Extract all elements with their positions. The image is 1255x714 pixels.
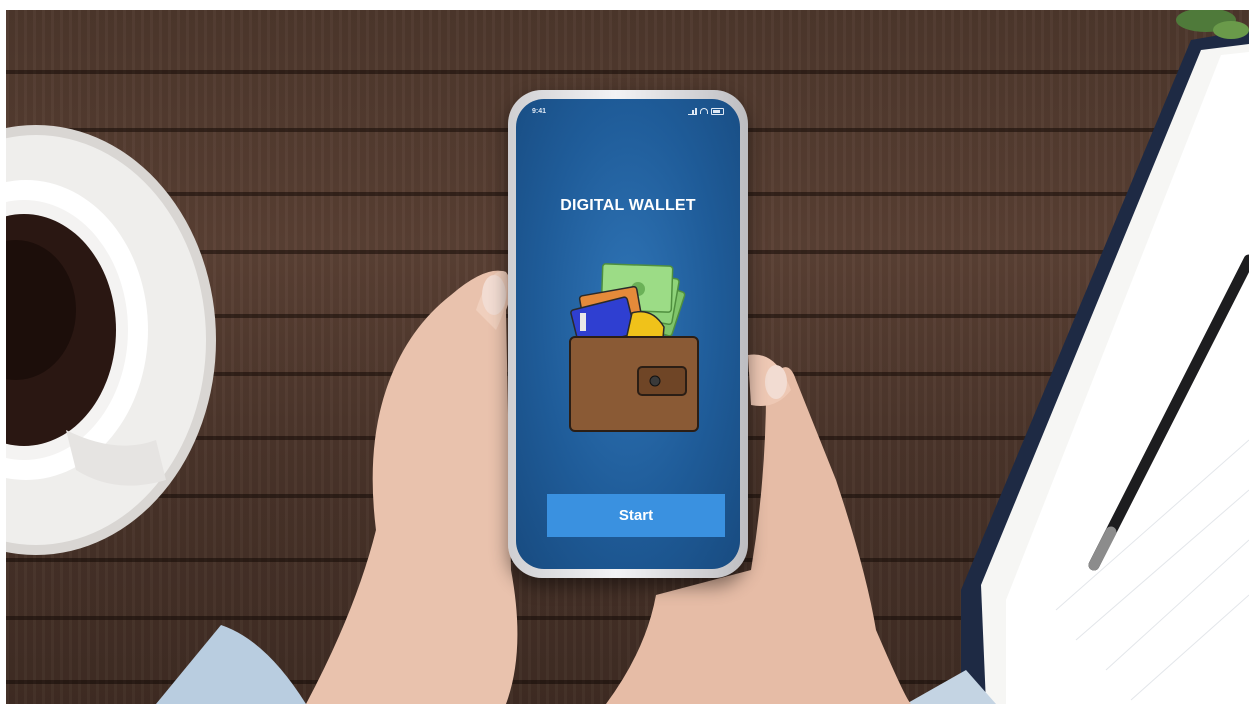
status-time: 9:41 bbox=[532, 107, 547, 115]
battery-icon bbox=[711, 107, 724, 115]
app-title: DIGITAL WALLET bbox=[560, 197, 696, 214]
wifi-icon bbox=[700, 108, 708, 114]
phone-screen: 9:41 DIGITAL WALLET Start bbox=[516, 99, 740, 569]
wallet-icon bbox=[569, 263, 699, 432]
status-icons bbox=[688, 107, 724, 115]
status-bar: 9:41 bbox=[532, 105, 724, 117]
start-button[interactable]: Start bbox=[547, 494, 725, 537]
signal-icon bbox=[688, 107, 697, 115]
smartphone: 9:41 DIGITAL WALLET Start bbox=[508, 90, 748, 578]
desk-scene: 9:41 DIGITAL WALLET Start bbox=[6, 10, 1249, 704]
